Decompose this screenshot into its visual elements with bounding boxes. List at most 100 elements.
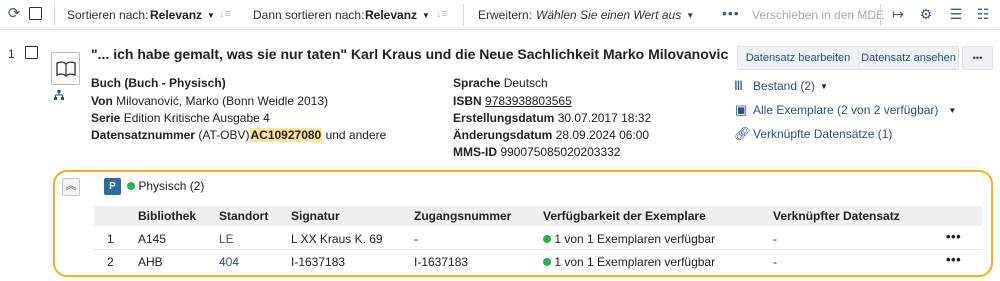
select-all-checkbox[interactable] [29, 7, 42, 20]
list-view-icon[interactable]: ☰ [948, 6, 964, 22]
book-icon-svg [55, 60, 76, 77]
library-cell: AHB [138, 255, 163, 269]
dsn-suffix: und andere [325, 128, 387, 142]
chevron-down-icon: ▼ [207, 11, 215, 20]
holdings-link[interactable]: Bestand (2) ▼ [753, 79, 828, 93]
language-label: Sprache [453, 76, 501, 90]
accession-cell: I-1637183 [414, 255, 469, 269]
author-value: Milovanović, Marko (Bonn Weidle 2013) [116, 94, 328, 108]
modified-field: Änderungsdatum 28.09.2024 06:00 [453, 128, 649, 142]
column-header: Verfügbarkeit der Exemplare [543, 209, 706, 223]
toolbar-divider [463, 4, 464, 26]
sort-value: Relevanz [150, 8, 203, 22]
availability-cell[interactable]: 1 von 1 Exemplaren verfügbar [543, 232, 715, 246]
created-label: Erstellungsdatum [453, 111, 555, 125]
row-actions-button[interactable]: ••• [946, 229, 961, 244]
then-sort-direction-icon: ↓≡ [436, 8, 448, 20]
then-sort-dropdown[interactable]: Relevanz ▼ [365, 8, 430, 22]
more-actions-icon[interactable]: ••• [722, 5, 740, 21]
mms-id-field: MMS-ID 990075085020203332 [453, 145, 620, 159]
record-type: Buch (Buch - Physisch) [91, 76, 226, 90]
dsn-prefix: (AT-OBV) [198, 128, 250, 142]
isbn-field: ISBN 9783938803565 [453, 94, 572, 108]
library-cell: A145 [138, 232, 167, 246]
sort-label: Sortieren nach: [67, 8, 149, 22]
available-dot [543, 258, 551, 266]
isbn-label: ISBN [453, 94, 482, 108]
call-number-cell: I-1637183 [291, 255, 346, 269]
sort-direction-icon: ↓≡ [219, 8, 231, 20]
chevron-down-icon: ▼ [686, 11, 695, 20]
author-field: Von Milovanović, Marko (Bonn Weidle 2013… [91, 94, 328, 108]
modified-value: 28.09.2024 06:00 [555, 128, 650, 142]
toolbar-divider [54, 4, 55, 26]
available-dot [543, 235, 551, 243]
column-header: Zugangsnummer [414, 209, 512, 223]
location-link[interactable]: 404 [219, 255, 239, 269]
then-sort-value: Relevanz [365, 8, 418, 22]
gear-icon[interactable]: ⚙ [918, 6, 934, 22]
dsn-label: Datensatznummer [91, 128, 196, 142]
language-field: Sprache Deutsch [453, 76, 548, 90]
physical-label: Physisch (2) [138, 179, 205, 193]
physical-badge: P [104, 178, 121, 195]
then-sort-label: Dann sortieren nach: [253, 8, 365, 22]
move-to-mde-button[interactable]: Verschieben in den MDE [752, 8, 884, 22]
record-number-field: Datensatznummer (AT-OBV)AC10927080 und a… [91, 128, 386, 142]
mms-id-label: MMS-ID [453, 145, 497, 159]
export-icon[interactable]: ↦ [890, 6, 906, 22]
holdings-link-label: Bestand (2) [753, 79, 816, 93]
series-field: Serie Edition Kritische Ausgabe 4 [91, 111, 270, 125]
call-number-cell: L XX Kraus K. 69 [291, 232, 383, 246]
sort-dropdown[interactable]: Relevanz ▼ [150, 8, 215, 22]
row-actions-button[interactable]: ••• [946, 252, 961, 267]
physical-heading: Physisch (2) [127, 179, 204, 193]
dsn-value: AC10927080 [249, 128, 323, 142]
record-type-value: Buch (Buch - Physisch) [91, 76, 226, 90]
view-record-button[interactable]: Datensatz ansehen [858, 46, 959, 70]
accession-cell: - [414, 232, 418, 246]
availability-text: 1 von 1 Exemplaren verfügbar [554, 232, 716, 246]
availability-cell[interactable]: 1 von 1 Exemplaren verfügbar [543, 255, 715, 269]
expand-dropdown[interactable]: Wählen Sie einen Wert aus ▼ [536, 8, 694, 22]
all-items-label: Alle Exemplare (2 von 2 verfügbar) [753, 103, 939, 117]
book-icon [51, 52, 80, 85]
record-checkbox[interactable] [25, 46, 38, 59]
language-value: Deutsch [503, 76, 548, 90]
created-field: Erstellungsdatum 30.07.2017 18:32 [453, 111, 651, 125]
results-toolbar: ⟳ Sortieren nach: Relevanz ▼ ↓≡ Dann sort… [0, 0, 1000, 30]
refresh-icon[interactable]: ⟳ [6, 6, 22, 22]
expand-placeholder: Wählen Sie einen Wert aus [536, 8, 682, 22]
linked-record-cell: - [773, 232, 777, 246]
mms-id-value: 990075085020203332 [500, 145, 621, 159]
record-more-button[interactable]: ••• [962, 46, 993, 70]
record-number: 1 [8, 47, 15, 61]
hierarchy-icon[interactable] [54, 90, 64, 100]
row-divider [94, 249, 982, 250]
expand-label: Erweitern: [478, 8, 533, 22]
list-detail-icon[interactable]: ☷ [975, 6, 991, 22]
modified-label: Änderungsdatum [453, 128, 553, 142]
created-value: 30.07.2017 18:32 [557, 111, 652, 125]
column-header: Verknüpfter Datensatz [773, 209, 900, 223]
row-number: 1 [107, 232, 114, 246]
column-header: Standort [219, 209, 269, 223]
item-barcode-icon: ▣ [735, 102, 748, 117]
series-value: Edition Kritische Ausgabe 4 [123, 111, 270, 125]
availability-text: 1 von 1 Exemplaren verfügbar [554, 255, 716, 269]
library-icon: Ⅲ [734, 78, 743, 93]
collapse-icon[interactable]: ︽ [62, 178, 80, 196]
linked-records-link[interactable]: Verknüpfte Datensätze (1) [753, 127, 892, 141]
isbn-value[interactable]: 9783938803565 [485, 94, 572, 108]
toolbar-divider [880, 4, 881, 26]
all-items-link[interactable]: Alle Exemplare (2 von 2 verfügbar) ▼ [753, 103, 956, 117]
chevron-down-icon: ▼ [948, 106, 957, 115]
row-number: 2 [107, 255, 114, 269]
edit-record-button[interactable]: Datensatz bearbeiten [737, 46, 859, 70]
available-dot [127, 182, 135, 190]
record-title[interactable]: "... ich habe gemalt, was sie nur taten"… [91, 46, 728, 62]
location-link[interactable]: LE [219, 232, 234, 246]
linked-record-cell: - [773, 255, 777, 269]
author-label: Von [91, 94, 113, 108]
chevron-down-icon: ▼ [820, 82, 828, 91]
